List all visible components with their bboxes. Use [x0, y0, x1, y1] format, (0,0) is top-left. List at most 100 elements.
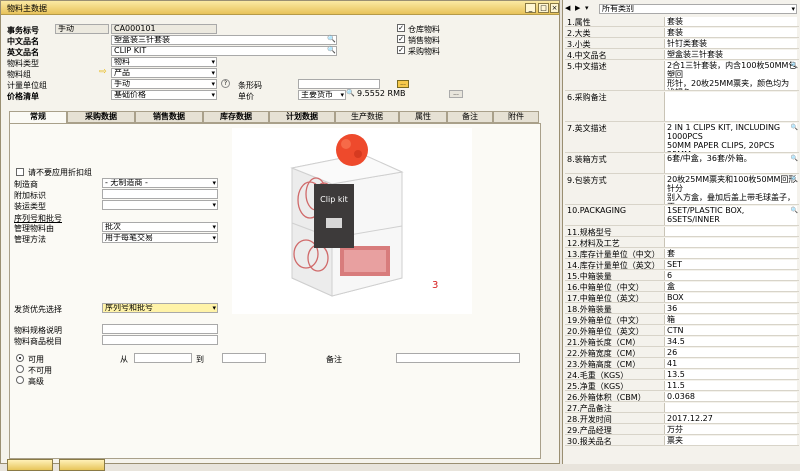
prev-arrow-icon[interactable]: ◀ [565, 4, 570, 12]
udf-field-value[interactable]: 箱 [664, 315, 797, 324]
udf-field-value[interactable]: 6 [664, 271, 797, 280]
from-date-field[interactable] [134, 353, 192, 363]
udf-field-value[interactable]: 20枚25MM票夹和100枚50MM回形针分 别入方盒，叠加后盖上带毛球盖子，正… [664, 175, 797, 204]
udf-row: 23.外箱高度（CM） 41 [565, 359, 799, 369]
udf-field-value[interactable]: 套装 [664, 28, 797, 37]
search-icon[interactable]: 🔍 [791, 207, 798, 214]
udf-field-value[interactable]: 套装 [664, 17, 797, 26]
udf-field-value[interactable]: 36 [664, 304, 797, 313]
price-field[interactable]: 9.5552 RMB [355, 90, 415, 100]
search-icon[interactable]: 🔍 [346, 89, 355, 97]
chevron-down-icon[interactable]: ▾ [585, 4, 589, 12]
tab-remarks[interactable]: 备注 [447, 111, 493, 123]
purchase-item-checkbox[interactable]: ✓ [397, 46, 405, 54]
search-icon[interactable]: 🔍 [791, 155, 798, 162]
udf-field-value[interactable]: 套 [664, 249, 797, 258]
minimize-icon[interactable]: _ [525, 3, 536, 13]
udf-field-value[interactable]: 2017.12.27 [664, 414, 797, 423]
udf-field-value[interactable]: 34.5 [664, 337, 797, 346]
uom-group-select[interactable]: 手动 [111, 79, 217, 89]
udf-field-value[interactable]: 万芬 [664, 425, 797, 434]
issue-priority-select[interactable]: 序列号和批号 [102, 303, 218, 313]
udf-row: 6.采购备注 [565, 92, 799, 122]
udf-field-value[interactable] [664, 238, 797, 247]
udf-field-value[interactable]: 塑盒装三针套装 [664, 50, 797, 59]
help-icon[interactable]: ? [221, 79, 230, 88]
udf-field-value[interactable]: 票夹 [664, 436, 797, 445]
status-active-radio[interactable] [16, 354, 24, 362]
next-arrow-icon[interactable]: ▶ [575, 4, 580, 12]
udf-field-value[interactable]: 针钉类套装 [664, 39, 797, 48]
barcode-browse-button[interactable]: ... [397, 80, 409, 88]
udf-row: 12.材料及工艺 [565, 238, 799, 248]
udf-field-value[interactable]: SET [664, 260, 797, 269]
search-icon[interactable]: 🔍 [327, 35, 336, 43]
item-no-field[interactable]: CA000101 [111, 24, 217, 34]
udf-row: 20.外箱单位（英文） CTN [565, 326, 799, 336]
cancel-button[interactable] [59, 459, 105, 471]
close-icon[interactable]: × [550, 3, 559, 13]
tab-strip: 常规 采购数据 销售数据 库存数据 计划数据 生产数据 属性 备注 附件 [9, 111, 539, 124]
manage-by-select[interactable]: 批次 [102, 222, 218, 232]
search-icon[interactable]: 🔍 [327, 46, 336, 54]
item-type-select[interactable]: 物料 [111, 57, 217, 67]
link-arrow-icon[interactable]: ⇨ [99, 67, 107, 77]
udf-field-value[interactable]: 1SET/PLASTIC BOX, 6SETS/INNER BOX, 36SET… [664, 206, 797, 225]
search-icon[interactable]: 🔍 [791, 62, 798, 69]
udf-field-value[interactable]: 26 [664, 348, 797, 357]
udf-field-value[interactable]: 盒 [664, 282, 797, 291]
price-detail-button[interactable]: ... [449, 90, 463, 98]
udf-field-value[interactable] [664, 403, 797, 412]
udf-field-value[interactable]: 2合1三针套装，内含100枚50MM包塑回 形针，20枚25MM票夹，颜色均为浅… [664, 61, 797, 90]
udf-field-value[interactable]: 2 IN 1 CLIPS KIT, INCLUDING 1000PCS 50MM… [664, 123, 797, 152]
manage-method-select[interactable]: 用于每笔交易 [102, 233, 218, 243]
catalog-field[interactable] [102, 335, 218, 345]
udf-field-value[interactable] [664, 92, 797, 121]
udf-field-label: 17.中箱单位（英文） [567, 294, 644, 303]
udf-row: 26.外箱体积（CBM） 0.0368 [565, 392, 799, 402]
to-date-field[interactable] [222, 353, 266, 363]
purchase-item-label: 采购物料 [408, 47, 440, 56]
category-select[interactable]: 所有类别 [599, 4, 797, 14]
udf-field-value[interactable]: CTN [664, 326, 797, 335]
search-icon[interactable]: 🔍 [791, 176, 798, 183]
udf-field-value[interactable]: 6套/中盒，36套/外箱。 [664, 154, 797, 173]
tab-purchasing[interactable]: 采购数据 [67, 111, 135, 123]
search-icon[interactable]: 🔍 [791, 124, 798, 131]
item-group-select[interactable]: 产品 [111, 68, 217, 78]
tab-production[interactable]: 生产数据 [335, 111, 399, 123]
status-inactive-radio[interactable] [16, 365, 24, 373]
barcode-field[interactable] [298, 79, 380, 89]
udf-field-value[interactable] [664, 227, 797, 236]
tab-inventory[interactable]: 库存数据 [203, 111, 269, 123]
remarks-field[interactable] [396, 353, 520, 363]
shipping-type-select[interactable] [102, 200, 218, 210]
price-list-select[interactable]: 基础价格 [111, 90, 217, 100]
currency-select[interactable]: 主要货币 [298, 90, 346, 100]
udf-row: 21.外箱长度（CM） 34.5 [565, 337, 799, 347]
udf-row: 1.属性 套装 [565, 17, 799, 27]
en-name-field[interactable]: CLIP KIT [111, 46, 337, 56]
no-discount-checkbox[interactable] [16, 168, 24, 176]
status-advanced-radio[interactable] [16, 376, 24, 384]
cn-name-field[interactable]: 塑盒装三针套装 [111, 35, 337, 45]
udf-field-value[interactable]: 11.5 [664, 381, 797, 390]
udf-field-value[interactable]: 41 [664, 359, 797, 368]
manufacturer-select[interactable]: - 无制造商 - [102, 178, 218, 188]
additional-id-field[interactable] [102, 189, 218, 199]
tab-properties[interactable]: 属性 [399, 111, 447, 123]
udf-row: 17.中箱单位（英文） BOX [565, 293, 799, 303]
tab-planning[interactable]: 计划数据 [269, 111, 335, 123]
udf-field-value[interactable]: 13.5 [664, 370, 797, 379]
item-no-series[interactable]: 手动 [55, 24, 109, 34]
tab-attachments[interactable]: 附件 [493, 111, 539, 123]
sales-item-checkbox[interactable]: ✓ [397, 35, 405, 43]
udf-field-value[interactable]: BOX [664, 293, 797, 302]
maximize-icon[interactable]: □ [538, 3, 549, 13]
warehouse-item-checkbox[interactable]: ✓ [397, 24, 405, 32]
item-image[interactable]: Clip kit 3 [232, 128, 472, 314]
spec-field[interactable] [102, 324, 218, 334]
tab-sales[interactable]: 销售数据 [135, 111, 203, 123]
ok-button[interactable] [7, 459, 53, 471]
udf-field-value[interactable]: 0.0368 [664, 392, 797, 401]
